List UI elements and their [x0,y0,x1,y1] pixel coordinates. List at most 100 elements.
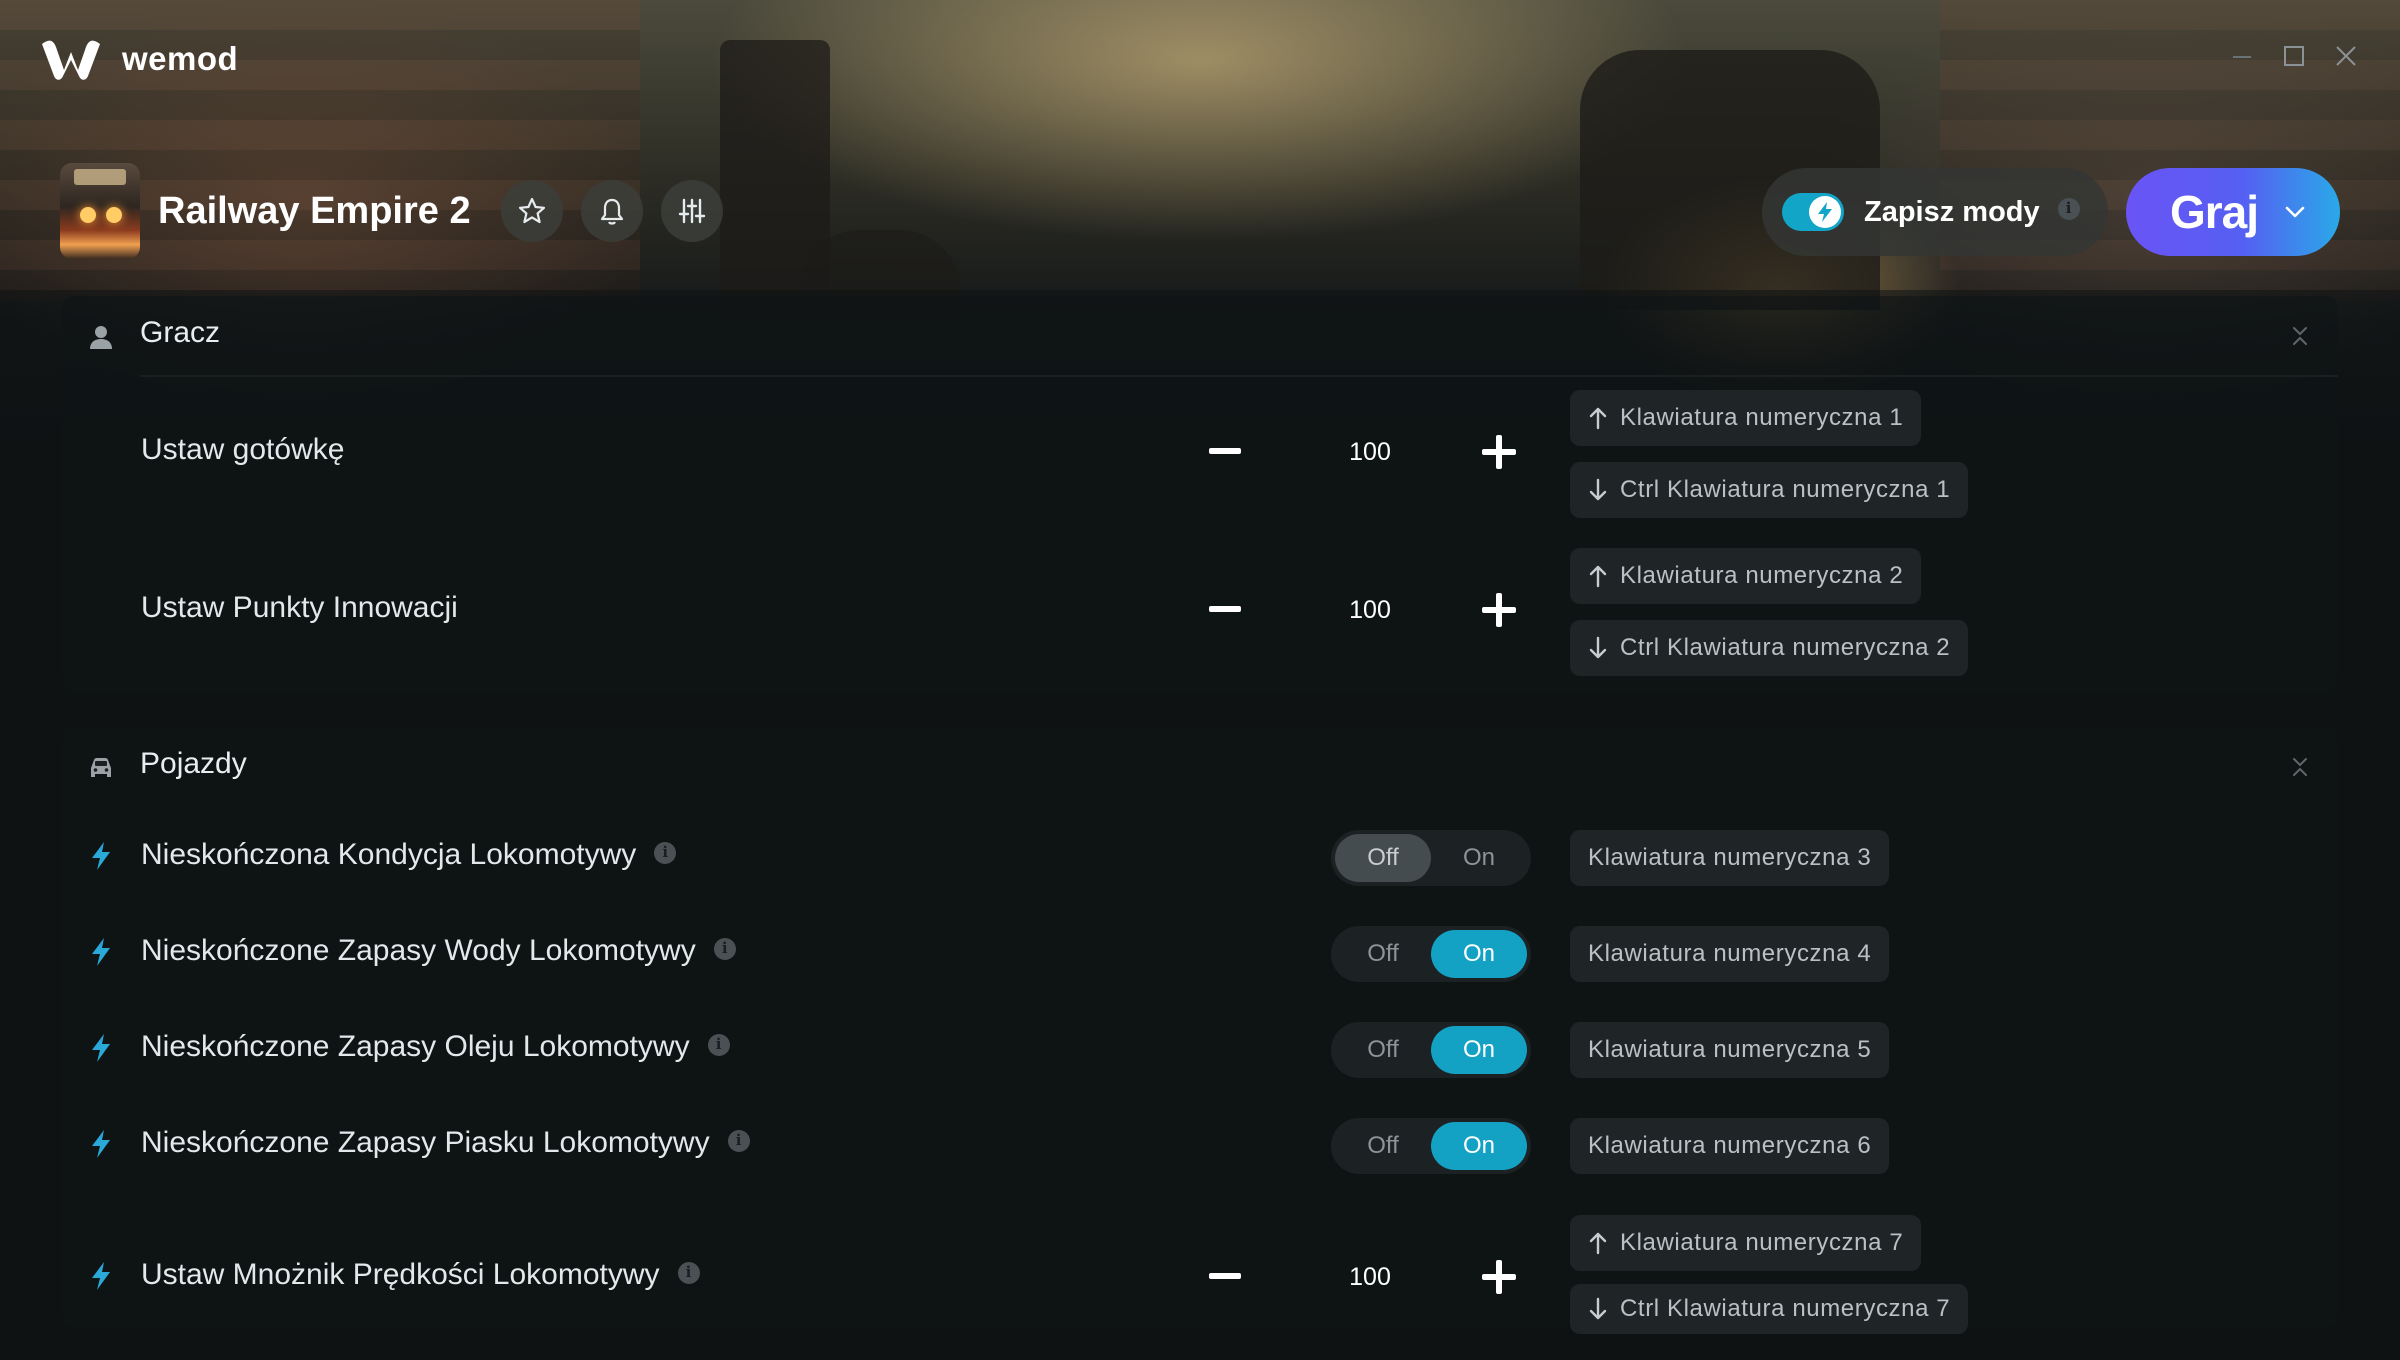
bolt-icon [92,938,110,966]
play-button-label: Graj [2170,186,2259,238]
stepper-value[interactable]: 100 [1330,1263,1410,1292]
maximize-icon [2284,46,2304,66]
hotkey[interactable]: Klawiatura numeryczna 4 [1570,926,1890,982]
decrement-button[interactable] [1207,592,1243,628]
toggle-on-option[interactable]: On [1431,834,1527,882]
bolt-icon [92,1034,110,1062]
bell-icon [600,198,623,225]
section-pojazdy: Pojazdy Nieskończona Kondycja Lokomotywy… [62,727,2338,1334]
hotkey-decrease[interactable]: Ctrl Klawiatura numeryczna 1 [1570,462,1969,518]
hotkey[interactable]: Klawiatura numeryczna 6 [1570,1118,1890,1174]
toggle-off-option[interactable]: Off [1335,930,1431,978]
increment-button[interactable] [1479,590,1519,630]
toggle-on-option[interactable]: On [1431,1026,1527,1074]
mod-toggle[interactable]: Off On [1331,926,1531,982]
minus-icon [1209,606,1241,612]
hotkey-label: Ctrl Klawiatura numeryczna 2 [1620,634,1951,661]
hotkey-label: Klawiatura numeryczna 2 [1620,562,1904,589]
maximize-button[interactable] [2280,42,2308,70]
increment-button[interactable] [1479,432,1519,472]
close-icon [2336,46,2356,66]
hotkey-label: Ctrl Klawiatura numeryczna 7 [1620,1295,1951,1322]
hotkey[interactable]: Klawiatura numeryczna 3 [1570,830,1890,886]
decrement-button[interactable] [1207,434,1243,470]
info-icon[interactable] [707,1034,730,1057]
mod-label: Nieskończone Zapasy Oleju Lokomotywy [141,1030,730,1064]
mod-toggle[interactable]: Off On [1331,1022,1531,1078]
info-icon[interactable] [654,842,677,865]
star-icon [518,197,545,224]
mod-toggle[interactable]: Off On [1331,830,1531,886]
toggle-on-option[interactable]: On [1431,1122,1527,1170]
mod-label-text: Ustaw Mnożnik Prędkości Lokomotywy [141,1258,660,1291]
info-icon[interactable] [713,938,736,961]
hotkey-decrease[interactable]: Ctrl Klawiatura numeryczna 7 [1570,1284,1969,1334]
mod-label-text: Nieskończone Zapasy Piasku Lokomotywy [141,1126,710,1159]
info-icon[interactable] [677,1262,700,1285]
stepper-value[interactable]: 100 [1330,596,1410,625]
hotkey-label: Klawiatura numeryczna 7 [1620,1229,1904,1256]
chevron-down-icon[interactable] [2284,205,2306,219]
save-mods-control[interactable]: Zapisz mody [1762,168,2108,256]
collapse-icon[interactable] [2290,755,2310,779]
user-icon [90,326,112,349]
arrow-up-icon [1589,407,1607,430]
game-header: Railway Empire 2 [60,163,741,259]
save-mods-info-icon[interactable] [2057,198,2080,220]
arrow-down-icon [1589,1297,1607,1320]
mod-toggle[interactable]: Off On [1331,1118,1531,1174]
section-title: Pojazdy [140,747,247,780]
hotkey[interactable]: Klawiatura numeryczna 5 [1570,1022,1890,1078]
toggle-off-option[interactable]: Off [1335,1122,1431,1170]
section-header[interactable]: Gracz [62,296,2338,377]
info-icon[interactable] [727,1130,750,1153]
hotkey-label: Klawiatura numeryczna 4 [1588,940,1872,967]
section-title: Gracz [140,316,221,349]
hotkey-label: Klawiatura numeryczna 6 [1588,1132,1872,1159]
plus-icon [1482,593,1516,627]
mod-label: Ustaw gotówkę [141,433,345,466]
mod-label: Ustaw Punkty Innowacji [141,591,458,624]
mod-label: Nieskończone Zapasy Piasku Lokomotywy [141,1126,750,1160]
section-header[interactable]: Pojazdy [62,727,2338,807]
save-mods-label: Zapisz mody [1864,195,2040,228]
mod-label-text: Nieskończone Zapasy Wody Lokomotywy [141,934,696,967]
sliders-icon [678,198,705,224]
arrow-down-icon [1589,636,1607,659]
plus-icon [1482,435,1516,469]
mod-label: Nieskończona Kondycja Lokomotywy [141,838,677,872]
mod-label-text: Nieskończone Zapasy Oleju Lokomotywy [141,1030,690,1063]
close-button[interactable] [2332,42,2360,70]
mod-label-text: Nieskończona Kondycja Lokomotywy [141,838,637,871]
hotkey-label: Klawiatura numeryczna 5 [1588,1036,1872,1063]
save-mods-toggle[interactable] [1782,193,1844,231]
increment-button[interactable] [1479,1257,1519,1297]
toggle-off-option[interactable]: Off [1335,834,1431,882]
bolt-icon [92,842,110,870]
window-controls [2228,42,2360,70]
settings-sliders-button[interactable] [660,180,723,242]
hotkey-increase[interactable]: Klawiatura numeryczna 7 [1570,1215,1922,1271]
minus-icon [1209,1273,1241,1279]
toggle-off-option[interactable]: Off [1335,1026,1431,1074]
bolt-icon [92,1130,110,1158]
hotkey-increase[interactable]: Klawiatura numeryczna 1 [1570,390,1922,446]
arrow-up-icon [1589,1232,1607,1255]
arrow-down-icon [1589,478,1607,501]
stepper-value[interactable]: 100 [1330,438,1410,467]
notifications-button[interactable] [580,180,643,242]
collapse-icon[interactable] [2290,324,2310,348]
arrow-up-icon [1589,565,1607,588]
decrement-button[interactable] [1207,1259,1243,1295]
minimize-button[interactable] [2228,42,2256,70]
play-button[interactable]: Graj [2126,168,2340,256]
hotkey-increase[interactable]: Klawiatura numeryczna 2 [1570,548,1922,604]
section-gracz: Gracz Ustaw gotówkę 100 Klawiatura numer… [62,296,2338,691]
favorite-button[interactable] [500,180,563,242]
hotkey-decrease[interactable]: Ctrl Klawiatura numeryczna 2 [1570,620,1969,676]
plus-icon [1482,1260,1516,1294]
car-icon [91,758,111,777]
minus-icon [1209,448,1241,454]
bolt-icon [1818,202,1832,222]
toggle-on-option[interactable]: On [1431,930,1527,978]
